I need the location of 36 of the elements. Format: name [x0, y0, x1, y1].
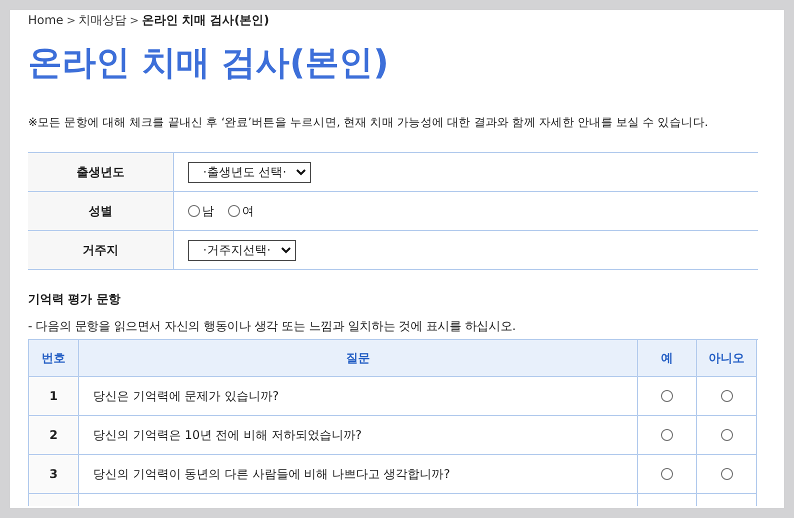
section-title: 기억력 평가 문항 [28, 291, 122, 308]
row-number: 1 [29, 377, 79, 416]
chevron-down-icon [296, 168, 306, 176]
select-dropdown[interactable]: ·거주지선택· [188, 240, 296, 260]
question-text: 당신의 기억력은 10년 전에 비해 저하되었습니까? [79, 416, 638, 455]
select-dropdown[interactable]: ·출생년도 선택· [188, 162, 312, 182]
column-header: 아니오 [697, 340, 757, 377]
breadcrumb-separator: > [66, 14, 76, 26]
radio-button[interactable] [720, 429, 732, 441]
radio-button[interactable] [661, 390, 673, 402]
column-header: 번호 [29, 340, 79, 377]
radio-label: 여 [242, 202, 254, 220]
field-label: 성별 [28, 192, 174, 230]
row-number: 3 [29, 455, 79, 494]
question-text: 당신의 기억력이 동년의 다른 사람들에 비해 나쁘다고 생각합니까? [79, 455, 638, 494]
radio-label: 남 [202, 202, 214, 220]
radio-button[interactable] [720, 468, 732, 480]
radio-button[interactable] [188, 205, 200, 217]
notice-text: ※모든 문항에 대해 체크를 끝내신 후 ‘완료’버튼을 누르시면, 현재 치매 가능성에 대한 결과와 함께 자세한 안내를 보실 수 있습니다. [28, 115, 709, 130]
column-header: 질문 [79, 340, 638, 377]
radio-button[interactable] [720, 390, 732, 402]
breadcrumb-link[interactable]: 치매상담 [78, 12, 127, 28]
field-label: 거주지 [28, 231, 174, 269]
chevron-down-icon [280, 246, 291, 254]
breadcrumb-separator: > [130, 14, 139, 26]
column-header: 예 [638, 340, 697, 377]
radio-button[interactable] [661, 429, 673, 441]
radio-button[interactable] [228, 205, 240, 217]
field-label: 출생년도 [28, 153, 174, 191]
row-number: 2 [29, 416, 79, 455]
section-description: - 다음의 문항을 읽으면서 자신의 행동이나 생각 또는 느낌과 일치하는 것에 표시를 하십시오. [28, 318, 517, 335]
question-text: 당신은 기억력에 문제가 있습니까? [79, 377, 638, 416]
breadcrumb-current: 온라인 치매 검사(본인) [142, 12, 270, 28]
page-title: 온라인 치매 검사(본인) [28, 42, 390, 85]
breadcrumb-link[interactable]: Home [28, 13, 64, 27]
radio-button[interactable] [661, 468, 673, 480]
